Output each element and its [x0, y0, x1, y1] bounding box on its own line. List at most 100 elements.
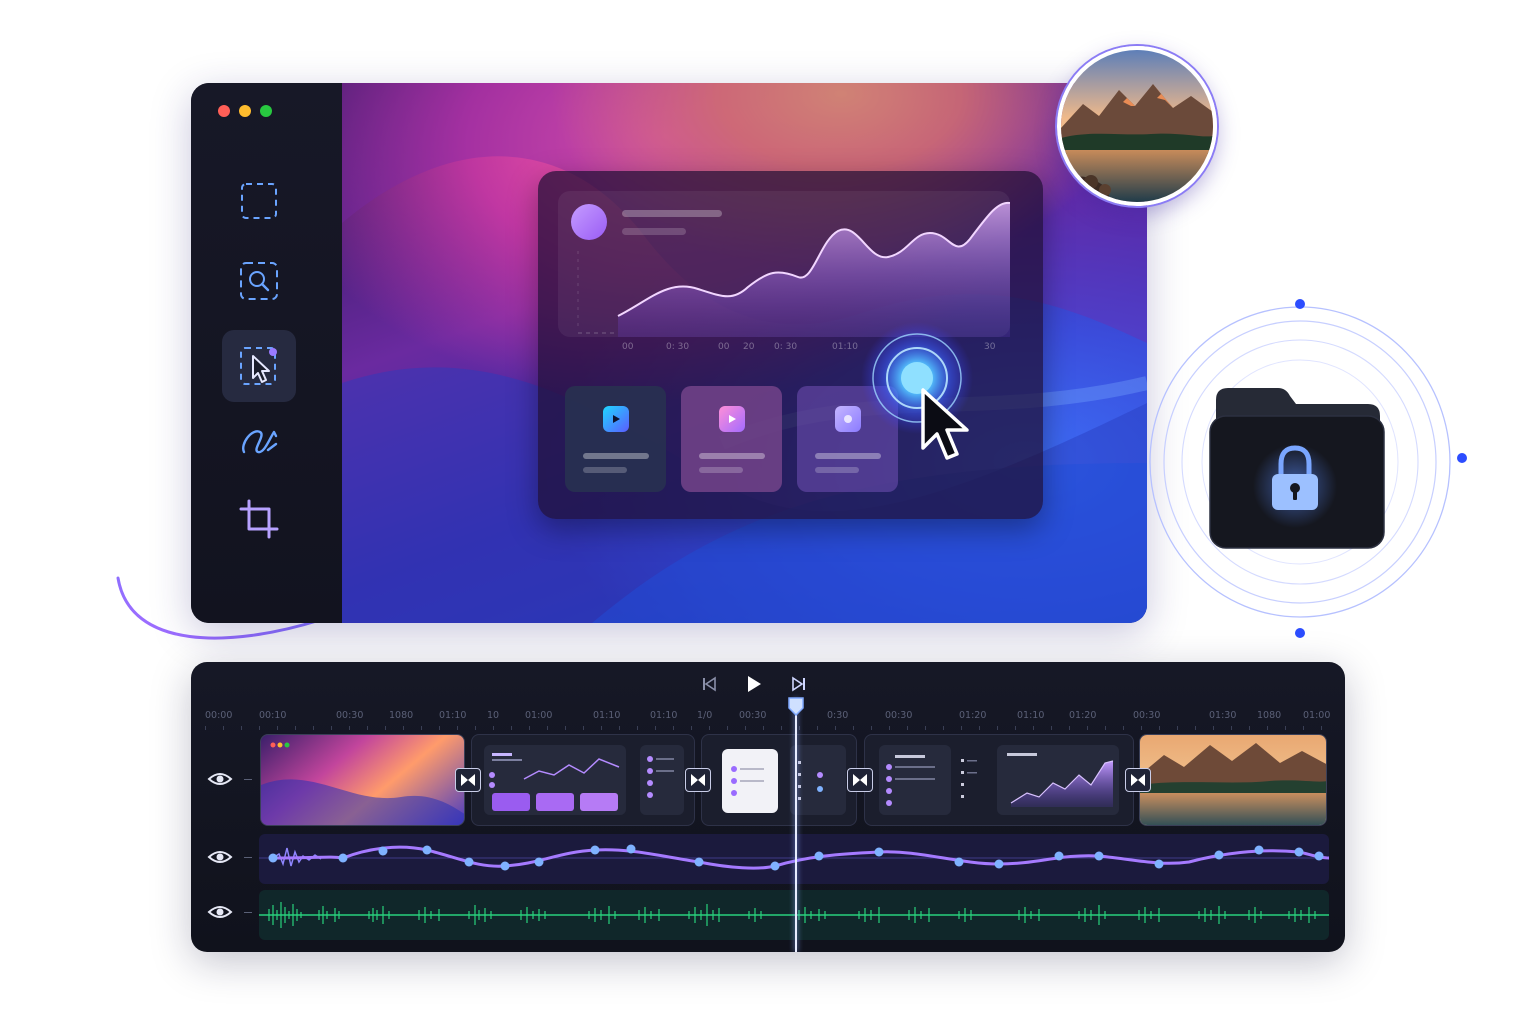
ruler-label: 1080 — [389, 710, 414, 721]
ruler-label: 01:20 — [959, 710, 987, 721]
dashed-square-icon — [241, 183, 277, 219]
skip-forward-icon[interactable] — [791, 676, 807, 692]
transition-marker[interactable] — [1125, 768, 1151, 792]
ruler-label: 01:00 — [1303, 710, 1331, 721]
tool-marquee-select[interactable] — [222, 165, 296, 237]
clip-thumbnail — [722, 749, 778, 813]
track-divider — [244, 912, 252, 913]
minimize-window-button[interactable] — [239, 105, 251, 117]
video-clip-dashboard[interactable] — [471, 734, 695, 826]
window-controls — [218, 105, 272, 117]
play-icon — [835, 406, 861, 432]
tile-title-placeholder — [815, 453, 881, 459]
timeline-panel: 00:00 00:10 00:30 1080 01:10 10 01:00 01… — [191, 662, 1345, 952]
locked-folder-icon[interactable] — [1208, 386, 1386, 551]
media-tile[interactable] — [681, 386, 782, 492]
close-window-button[interactable] — [218, 105, 230, 117]
maximize-window-button[interactable] — [260, 105, 272, 117]
stage: 00 0: 30 00 20 0: 30 01:10 30 00:00 00:1… — [0, 0, 1536, 1024]
video-clip-modal[interactable] — [701, 734, 857, 826]
skip-back-icon[interactable] — [701, 676, 717, 692]
ruler-label: 1/0 — [697, 710, 713, 721]
play-icon — [603, 406, 629, 432]
tile-subtitle-placeholder — [699, 467, 743, 473]
transition-marker[interactable] — [685, 768, 711, 792]
ruler-label: 01:10 — [650, 710, 678, 721]
media-tile[interactable] — [565, 386, 666, 492]
scribble-icon — [242, 430, 278, 454]
transport-controls — [701, 675, 807, 693]
bowtie-transition-icon — [461, 774, 475, 786]
clip-thumbnail — [997, 745, 1119, 815]
voice-audio-track[interactable] — [259, 834, 1330, 884]
play-button-icon[interactable] — [745, 675, 763, 693]
transition-marker[interactable] — [455, 768, 481, 792]
tool-zoom-select[interactable] — [222, 245, 296, 317]
ruler-label: 00:30 — [739, 710, 767, 721]
ruler-label: 01:00 — [525, 710, 553, 721]
ruler-label: 00:30 — [1133, 710, 1161, 721]
crop-icon — [239, 499, 279, 539]
ruler-label: 1080 — [1257, 710, 1282, 721]
tick-label: 0: 30 — [666, 342, 690, 352]
ruler-label: 00:30 — [885, 710, 913, 721]
video-clip-gradient[interactable] — [260, 734, 465, 826]
tick-label: 00 — [718, 342, 730, 352]
tool-sidebar — [191, 83, 342, 623]
bowtie-transition-icon — [1131, 774, 1145, 786]
clip-thumbnail — [261, 742, 464, 825]
playhead[interactable] — [795, 698, 797, 952]
tile-subtitle-placeholder — [583, 467, 627, 473]
tick-label: 0: 30 — [774, 342, 798, 352]
clip-list — [959, 753, 979, 813]
music-waveform — [259, 902, 1329, 928]
ruler-label: 01:10 — [1017, 710, 1045, 721]
editor-window: 00 0: 30 00 20 0: 30 01:10 30 — [191, 83, 1147, 623]
eye-icon[interactable] — [207, 770, 233, 788]
area-chart — [577, 201, 1010, 337]
play-icon — [719, 406, 745, 432]
eye-icon[interactable] — [207, 848, 233, 866]
ruler-label: 00:30 — [336, 710, 364, 721]
mouse-cursor-icon — [921, 388, 969, 460]
bowtie-transition-icon — [853, 774, 867, 786]
tool-crop[interactable] — [222, 483, 296, 555]
music-audio-track[interactable] — [259, 890, 1329, 940]
ruler-label: 01:20 — [1069, 710, 1097, 721]
ruler-label: 0:30 — [827, 710, 849, 721]
clip-thumbnail — [1140, 735, 1326, 825]
tile-subtitle-placeholder — [815, 467, 859, 473]
ruler-label: 01:30 — [1209, 710, 1237, 721]
clip-thumbnail — [879, 745, 951, 815]
transition-marker[interactable] — [847, 768, 873, 792]
video-clip-analytics[interactable] — [864, 734, 1134, 826]
playhead-handle[interactable] — [787, 696, 805, 716]
volume-envelope — [259, 844, 1330, 871]
tick-label: 30 — [984, 342, 996, 352]
bowtie-transition-icon — [691, 774, 705, 786]
tool-pointer-select[interactable] — [222, 330, 296, 402]
track-divider — [244, 779, 252, 780]
ruler-label: 00:00 — [205, 710, 233, 721]
ruler-label: 10 — [487, 710, 500, 721]
ruler-label: 01:10 — [593, 710, 621, 721]
tick-label: 01:10 — [832, 342, 858, 352]
track-divider — [244, 857, 252, 858]
ruler-ticks — [205, 726, 1331, 730]
tile-title-placeholder — [699, 453, 765, 459]
ruler-label: 00:10 — [259, 710, 287, 721]
tick-label: 20 — [743, 342, 755, 352]
dashed-cursor-icon — [240, 347, 277, 385]
video-clip-landscape[interactable] — [1139, 734, 1327, 826]
eye-icon[interactable] — [207, 903, 233, 921]
ruler-label: 01:10 — [439, 710, 467, 721]
clip-chart — [489, 753, 620, 811]
preview-canvas[interactable]: 00 0: 30 00 20 0: 30 01:10 30 — [342, 83, 1147, 623]
landscape-image — [1061, 50, 1213, 202]
clip-thumbnail — [640, 745, 684, 815]
tile-title-placeholder — [583, 453, 649, 459]
tool-draw-path[interactable] — [222, 405, 296, 477]
landscape-thumbnail[interactable] — [1057, 46, 1217, 206]
clip-thumbnail — [790, 745, 846, 815]
tick-label: 00 — [622, 342, 634, 352]
